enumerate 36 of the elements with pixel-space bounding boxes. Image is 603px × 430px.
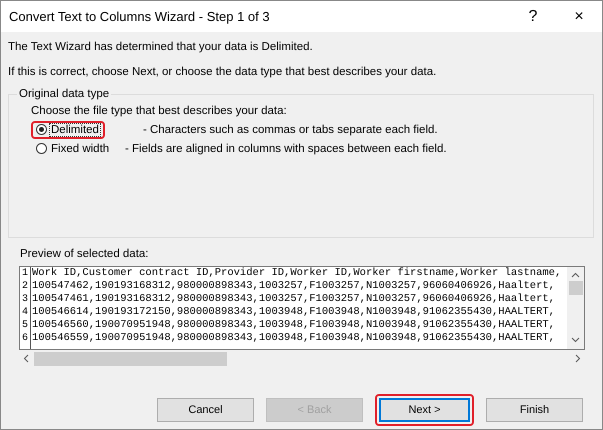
line-number: 3: [20, 293, 29, 306]
scroll-thumb[interactable]: [34, 352, 227, 366]
option-description: - Fields are aligned in columns with spaces between each field.: [125, 142, 447, 154]
scroll-down-icon[interactable]: [571, 337, 580, 343]
scroll-left-icon[interactable]: [23, 354, 29, 363]
data-row-text: 100546559,190070951948,980000898343,1003948,F1003948,N1003948,91062355430,HAALTERT,: [32, 332, 556, 345]
line-number: 5: [20, 319, 29, 332]
wizard-button[interactable]: Finish: [486, 398, 583, 422]
wizard-button[interactable]: Next >: [379, 398, 470, 422]
prompt-text: Choose the file type that best describes your data:: [31, 105, 288, 117]
radio-button[interactable]: [36, 124, 47, 135]
option-description: - Characters such as commas or tabs separate each field.: [142, 124, 438, 136]
data-row-text: 100546614,190193172150,980000898343,1003948,F1003948,N1003948,91062355430,HAALTERT,: [32, 306, 556, 319]
data-row-text: 100547461,190193168312,980000898343,1003257,F1003257,N1003257,96060406926,Haaltert,: [32, 293, 556, 306]
group-title: Original data type: [18, 88, 110, 100]
scroll-up-icon[interactable]: [571, 272, 580, 278]
instruction-text: If this is correct, choose Next, or choose the data type that best describes your data.: [8, 66, 438, 79]
scroll-thumb[interactable]: [568, 281, 582, 295]
option-label[interactable]: Fixed width: [50, 142, 110, 154]
window-title: Convert Text to Columns Wizard - Step 1 of 3: [9, 9, 271, 24]
line-number: 4: [20, 306, 29, 319]
radio-button[interactable]: [36, 143, 47, 154]
line-number: 6: [20, 332, 29, 345]
preview-label: Preview of selected data:: [20, 248, 150, 260]
line-number: 1: [20, 267, 29, 280]
wizard-button[interactable]: Cancel: [157, 398, 254, 422]
scroll-right-icon[interactable]: [575, 354, 581, 363]
close-button[interactable]: ×: [556, 1, 602, 32]
data-row-text: Work ID,Customer contract ID,Provider ID,Worker ID,Worker firstname,Worker lastname,: [32, 267, 562, 280]
vertical-scrollbar[interactable]: [567, 267, 584, 349]
option-label[interactable]: Delimited: [50, 124, 100, 136]
data-row-text: 100546560,190070951948,980000898343,1003948,F1003948,N1003948,91062355430,HAALTERT,: [32, 319, 556, 332]
line-number: 2: [20, 280, 29, 293]
data-row-text: 100547462,190193168312,980000898343,1003257,F1003257,N1003257,96060406926,Haaltert,: [32, 280, 556, 293]
instruction-text: The Text Wizard has determined that your data is Delimited.: [8, 41, 314, 54]
help-button[interactable]: ?: [510, 1, 556, 32]
